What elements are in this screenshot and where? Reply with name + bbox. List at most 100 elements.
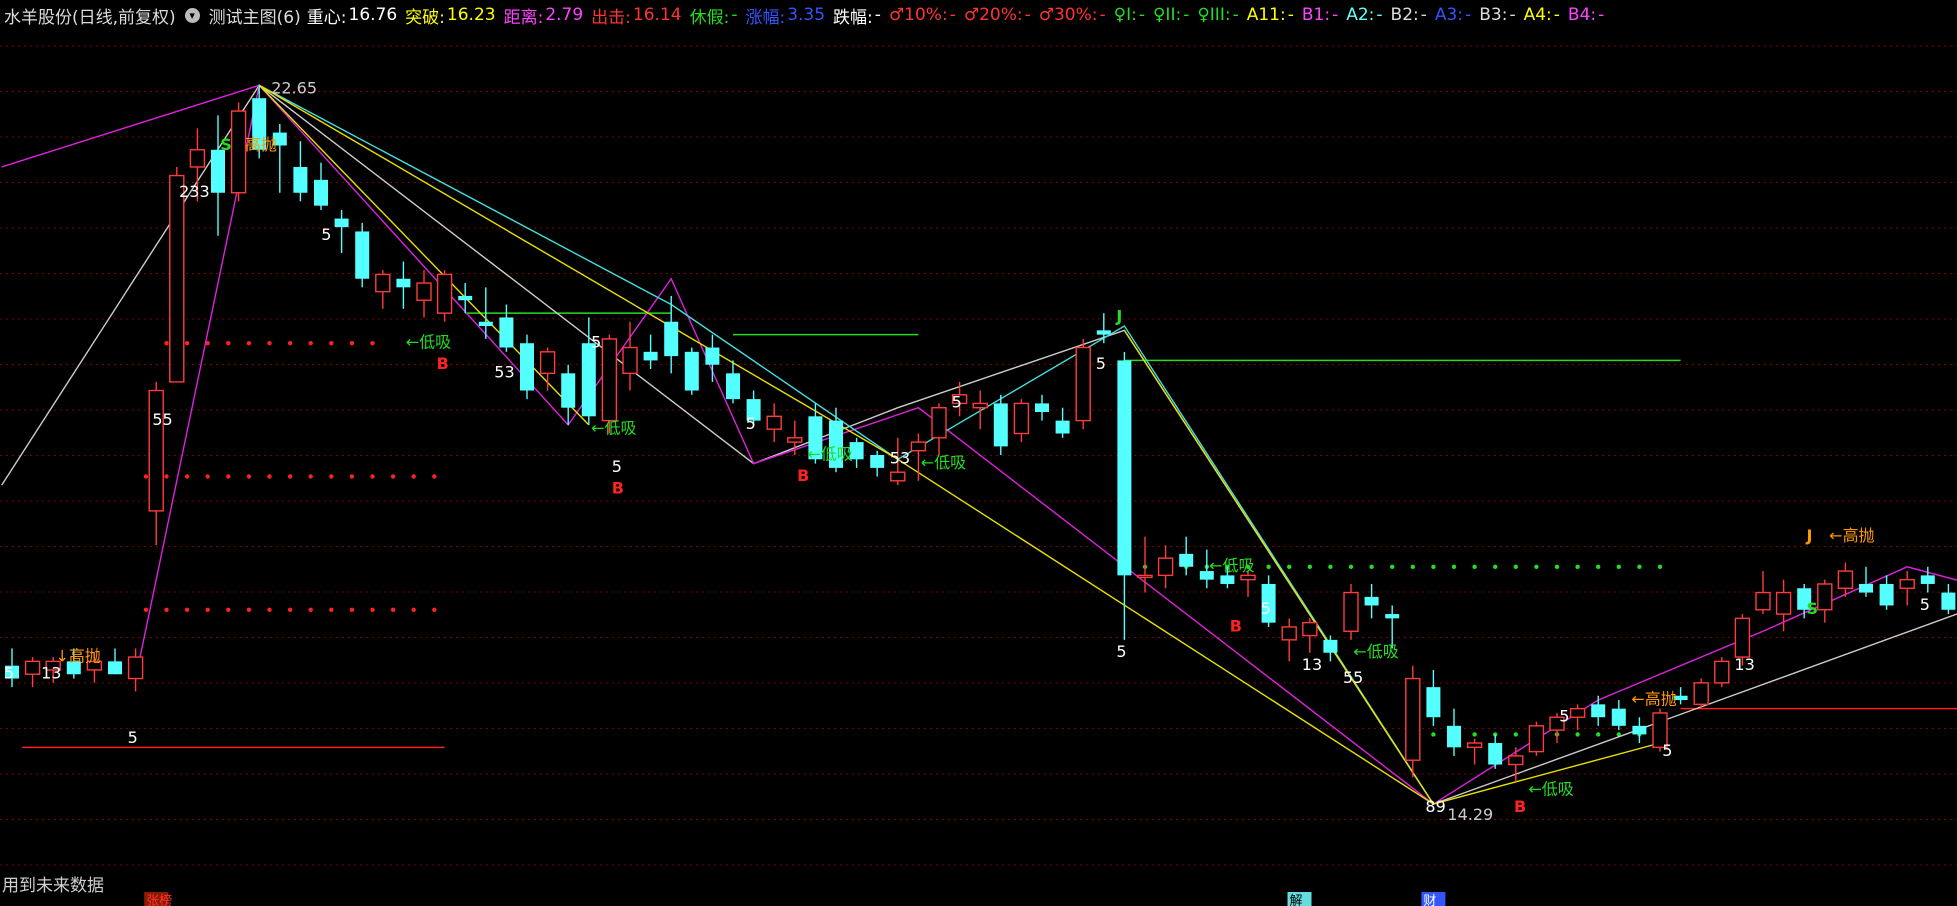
candle-body-down: [478, 321, 493, 327]
level-dot: [184, 607, 190, 612]
candle-body-down: [1611, 708, 1626, 726]
candle-body-up: [1899, 578, 1915, 589]
trend-line-yellow: [258, 84, 1661, 805]
candle-body-down: [1117, 360, 1132, 576]
level-dot: [1431, 732, 1436, 737]
annotation-label: B: [612, 479, 624, 498]
candle-body-down: [1941, 592, 1956, 610]
annotation-label: 233: [179, 182, 210, 201]
candle-body-down: [458, 295, 473, 301]
annotation-label: 13: [1734, 655, 1754, 674]
future-data-note: 用到未来数据: [2, 876, 104, 896]
level-dot: [1554, 564, 1560, 569]
candle-body-up: [1343, 591, 1359, 632]
candle-body-up: [931, 407, 947, 439]
candle-body-down: [870, 455, 885, 468]
level-dot: [1657, 564, 1663, 569]
level-dot: [349, 474, 355, 479]
annotation-label: 5: [1261, 599, 1271, 618]
candle-body-up: [1137, 574, 1153, 579]
level-dot: [411, 607, 416, 612]
level-dot: [226, 341, 231, 346]
candle-body-up: [1157, 557, 1174, 577]
candle-body-down: [581, 343, 596, 417]
candle-body-down: [1426, 687, 1441, 718]
annotation-label: 89: [1425, 797, 1445, 816]
level-dot: [1575, 564, 1580, 569]
level-dot: [1575, 732, 1580, 737]
annotation-label: ←低吸: [807, 444, 852, 463]
max-price-label: 22.65: [271, 78, 317, 97]
level-dot: [1472, 732, 1477, 737]
level-dot: [164, 474, 169, 479]
level-dot: [1596, 732, 1601, 737]
annotation-label: 高抛: [245, 135, 277, 154]
annotation-label: 55: [1343, 668, 1363, 687]
candle-body-up: [1075, 346, 1091, 422]
level-dot: [349, 341, 355, 346]
candle-body-down: [396, 278, 411, 288]
annotation-label: ↓高抛: [56, 646, 101, 665]
candles: [5, 85, 1956, 782]
level-dot: [1451, 564, 1457, 569]
level-dot: [1472, 564, 1477, 569]
annotation-label: B: [437, 354, 449, 373]
level-dot: [184, 474, 190, 479]
candle-body-up: [436, 273, 453, 314]
level-dot: [246, 341, 252, 346]
candle-body-up: [416, 282, 432, 301]
candle-body-up: [1693, 682, 1709, 706]
annotation-label: 53: [494, 363, 514, 382]
candle-body-down: [1035, 403, 1049, 413]
annotation-label: 53: [890, 449, 910, 468]
candle-body-down: [108, 661, 122, 675]
level-dot: [390, 474, 396, 479]
candle-body-down: [1879, 583, 1894, 606]
annotation-label: J: [1806, 526, 1813, 545]
candle-body-up: [1281, 626, 1297, 641]
level-dot: [287, 474, 293, 479]
candle-body-down: [1488, 743, 1503, 765]
candle-body-up: [1508, 755, 1524, 766]
annotation-label: ←低吸: [591, 419, 636, 438]
level-dot: [246, 474, 252, 479]
candlestick-chart[interactable]: 513555233553555535555135589551355↓高抛S高抛←…: [0, 0, 1957, 906]
level-dot: [164, 607, 169, 612]
level-dot: [370, 341, 375, 346]
candle-body-up: [1302, 621, 1318, 637]
candle-body-down: [1364, 596, 1379, 606]
candle-body-up: [189, 149, 206, 168]
annotation-label: 5: [1116, 642, 1126, 661]
candle-body-up: [1775, 591, 1792, 615]
level-dot: [1534, 564, 1539, 569]
candle-body-down: [993, 403, 1008, 447]
level-dot: [1287, 564, 1292, 569]
candle-body-up: [1240, 574, 1256, 581]
bottom-mark-text: 解: [1290, 894, 1303, 906]
horizontal-levels: [22, 312, 1957, 749]
level-dot: [370, 607, 375, 612]
level-dot: [1596, 564, 1601, 569]
candle-body-down: [726, 373, 740, 400]
annotation-label: ←低吸: [1209, 556, 1254, 575]
annotation-label: ←高抛: [1631, 689, 1676, 708]
annotation-label: 5: [1662, 741, 1672, 760]
candle-body-up: [622, 346, 638, 375]
candle-body-up: [1405, 677, 1421, 761]
level-dot: [226, 474, 231, 479]
annotation-label: 5: [321, 225, 331, 244]
level-dot: [1307, 564, 1313, 569]
level-dot: [1493, 564, 1498, 569]
candle-body-down: [684, 351, 699, 391]
candle-body-up: [375, 273, 391, 293]
annotation-label: ←低吸: [1528, 780, 1573, 799]
level-dot: [267, 607, 272, 612]
candle-body-down: [664, 321, 679, 357]
candle-body-up: [910, 441, 927, 452]
level-dot: [1513, 732, 1519, 737]
level-dot: [390, 607, 396, 612]
annotation-label: S: [1807, 599, 1819, 618]
level-dot: [143, 607, 149, 612]
candle-body-down: [1323, 639, 1338, 653]
annotation-label: B: [797, 466, 809, 485]
